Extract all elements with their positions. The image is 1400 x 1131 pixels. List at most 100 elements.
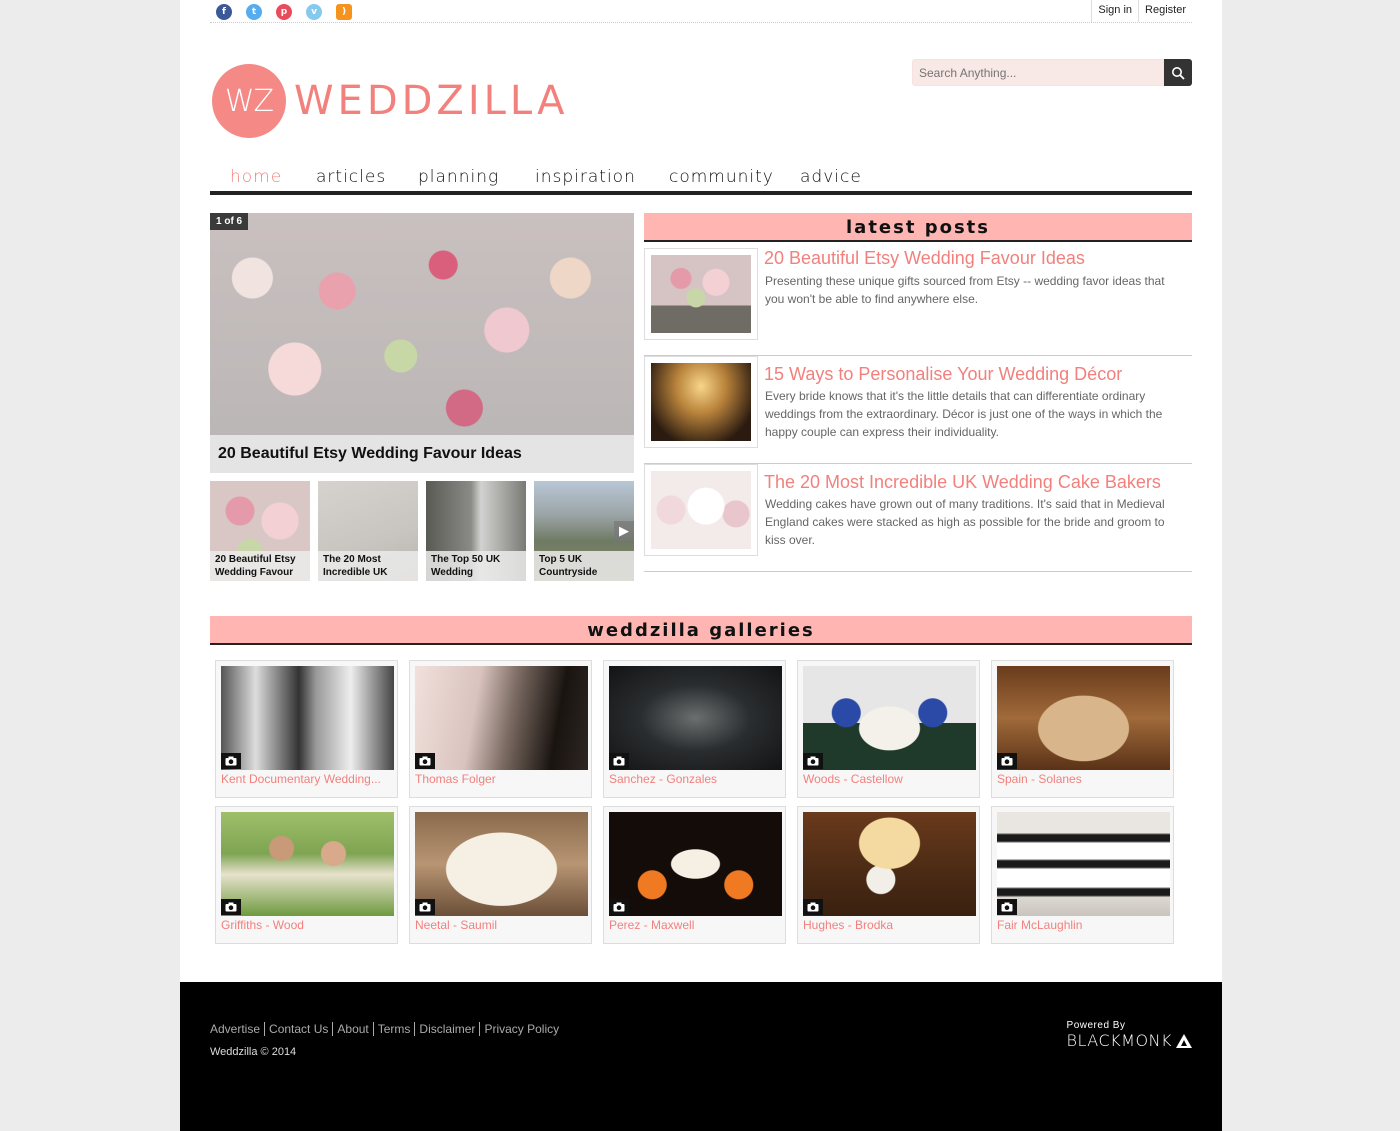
footer-link-advertise[interactable]: Advertise <box>210 1022 264 1036</box>
slider-thumb[interactable]: The Top 50 UK Wedding <box>426 481 526 581</box>
latest-posts-heading: latest posts <box>644 213 1192 242</box>
nav-inspiration[interactable]: inspiration <box>535 167 636 187</box>
slide-counter: 1 of 6 <box>210 213 249 230</box>
next-arrow-icon[interactable]: ▶ <box>614 521 634 541</box>
post-title[interactable]: 20 Beautiful Etsy Wedding Favour Ideas <box>764 248 1085 269</box>
slider-thumb[interactable]: Top 5 UK Countryside ▶ <box>534 481 634 581</box>
footer-link-disclaimer[interactable]: Disclaimer <box>414 1022 479 1036</box>
gallery-card[interactable]: Perez - Maxwell <box>603 806 786 944</box>
gallery-label[interactable]: Kent Documentary Wedding... <box>221 772 394 786</box>
camera-icon <box>997 899 1017 915</box>
slide-caption-text: 20 Beautiful Etsy Wedding Favour Ideas <box>218 445 522 462</box>
gallery-image[interactable] <box>609 666 782 770</box>
gallery-image[interactable] <box>803 666 976 770</box>
camera-icon <box>415 899 435 915</box>
gallery-image[interactable] <box>997 666 1170 770</box>
post-title[interactable]: The 20 Most Incredible UK Wedding Cake B… <box>764 472 1161 493</box>
slider-thumb[interactable]: The 20 Most Incredible UK <box>318 481 418 581</box>
gallery-card[interactable]: Sanchez - Gonzales <box>603 660 786 798</box>
logo-badge: WZ <box>212 64 286 138</box>
powered-by[interactable]: Powered By BLACKMONK <box>1067 1020 1192 1050</box>
blackmonk-text: BLACKMONK <box>1066 1031 1172 1050</box>
camera-icon <box>221 899 241 915</box>
gallery-label[interactable]: Spain - Solanes <box>997 772 1170 786</box>
gallery-image[interactable] <box>221 666 394 770</box>
slide-image[interactable] <box>210 213 634 473</box>
social-links: f t p v ) <box>216 4 352 20</box>
gallery-card[interactable]: Woods - Castellow <box>797 660 980 798</box>
gallery-label[interactable]: Neetal - Saumil <box>415 918 588 932</box>
pinterest-icon[interactable]: p <box>276 4 292 20</box>
footer-link-terms[interactable]: Terms <box>372 1022 415 1036</box>
register-link[interactable]: Register <box>1138 0 1192 22</box>
post-item: 20 Beautiful Etsy Wedding Favour Ideas P… <box>644 248 1192 356</box>
gallery-image[interactable] <box>609 812 782 916</box>
gallery-label[interactable]: Fair McLaughlin <box>997 918 1170 932</box>
gallery-image[interactable] <box>221 812 394 916</box>
gallery-card[interactable]: Kent Documentary Wedding... <box>215 660 398 798</box>
footer-link-privacy[interactable]: Privacy Policy <box>479 1022 563 1036</box>
camera-icon <box>415 753 435 769</box>
slider-thumbnails: 20 Beautiful Etsy Wedding Favour The 20 … <box>210 481 634 581</box>
post-item: The 20 Most Incredible UK Wedding Cake B… <box>644 464 1192 572</box>
thumb-caption: Top 5 UK Countryside <box>534 551 634 581</box>
gallery-image[interactable] <box>415 812 588 916</box>
post-thumbnail[interactable] <box>644 464 758 556</box>
site-footer: Advertise Contact Us About Terms Disclai… <box>180 982 1222 1131</box>
featured-slider[interactable]: 1 of 6 20 Beautiful Etsy Wedding Favour … <box>210 213 634 473</box>
slide-caption[interactable]: 20 Beautiful Etsy Wedding Favour Ideas <box>210 435 634 473</box>
camera-icon <box>609 899 629 915</box>
post-excerpt: Every bride knows that it's the little d… <box>765 389 1163 439</box>
vimeo-icon[interactable]: v <box>306 4 322 20</box>
signin-link[interactable]: Sign in <box>1091 0 1138 22</box>
gallery-card[interactable]: Fair McLaughlin <box>991 806 1174 944</box>
gallery-card[interactable]: Thomas Folger <box>409 660 592 798</box>
nav-advice[interactable]: advice <box>800 167 862 187</box>
footer-link-about[interactable]: About <box>332 1022 372 1036</box>
post-thumbnail[interactable] <box>644 356 758 448</box>
nav-home[interactable]: home <box>230 167 282 187</box>
camera-icon <box>803 753 823 769</box>
post-title[interactable]: 15 Ways to Personalise Your Wedding Déco… <box>764 364 1122 385</box>
gallery-label[interactable]: Griffiths - Wood <box>221 918 394 932</box>
gallery-image[interactable] <box>803 812 976 916</box>
powered-by-label: Powered By <box>1066 1020 1126 1031</box>
gallery-label[interactable]: Perez - Maxwell <box>609 918 782 932</box>
gallery-card[interactable]: Spain - Solanes <box>991 660 1174 798</box>
page: f t p v ) Sign in Register WZ WEDDZILLA … <box>180 0 1222 1131</box>
gallery-card[interactable]: Hughes - Brodka <box>797 806 980 944</box>
gallery-label[interactable]: Hughes - Brodka <box>803 918 976 932</box>
camera-icon <box>221 753 241 769</box>
camera-icon <box>997 753 1017 769</box>
gallery-image[interactable] <box>415 666 588 770</box>
blackmonk-logo: BLACKMONK <box>1067 1031 1192 1050</box>
site-logo[interactable]: WZ WEDDZILLA <box>212 64 568 138</box>
gallery-card[interactable]: Griffiths - Wood <box>215 806 398 944</box>
gallery-card[interactable]: Neetal - Saumil <box>409 806 592 944</box>
post-thumbnail[interactable] <box>644 248 758 340</box>
thumb-caption: The 20 Most Incredible UK <box>318 551 418 581</box>
gallery-label[interactable]: Thomas Folger <box>415 772 588 786</box>
main-nav: home articles planning inspiration commu… <box>210 160 1192 195</box>
galleries-heading: weddzilla galleries <box>210 616 1192 645</box>
top-bar: f t p v ) Sign in Register <box>210 0 1192 23</box>
facebook-icon[interactable]: f <box>216 4 232 20</box>
slider-thumb[interactable]: 20 Beautiful Etsy Wedding Favour <box>210 481 310 581</box>
footer-link-contact[interactable]: Contact Us <box>264 1022 332 1036</box>
search-input[interactable] <box>912 59 1164 86</box>
rss-icon[interactable]: ) <box>336 4 352 20</box>
nav-community[interactable]: community <box>669 167 774 187</box>
twitter-icon[interactable]: t <box>246 4 262 20</box>
gallery-image[interactable] <box>997 812 1170 916</box>
search-icon <box>1172 66 1185 80</box>
gallery-label[interactable]: Sanchez - Gonzales <box>609 772 782 786</box>
thumb-caption: The Top 50 UK Wedding <box>426 551 526 581</box>
post-excerpt: Presenting these unique gifts sourced fr… <box>765 274 1165 306</box>
gallery-label[interactable]: Woods - Castellow <box>803 772 976 786</box>
search-box <box>912 59 1192 86</box>
nav-planning[interactable]: planning <box>418 167 499 187</box>
copyright: Weddzilla © 2014 <box>210 1046 297 1058</box>
logo-text: WEDDZILLA <box>294 78 569 124</box>
nav-articles[interactable]: articles <box>316 167 386 187</box>
search-button[interactable] <box>1164 59 1192 86</box>
